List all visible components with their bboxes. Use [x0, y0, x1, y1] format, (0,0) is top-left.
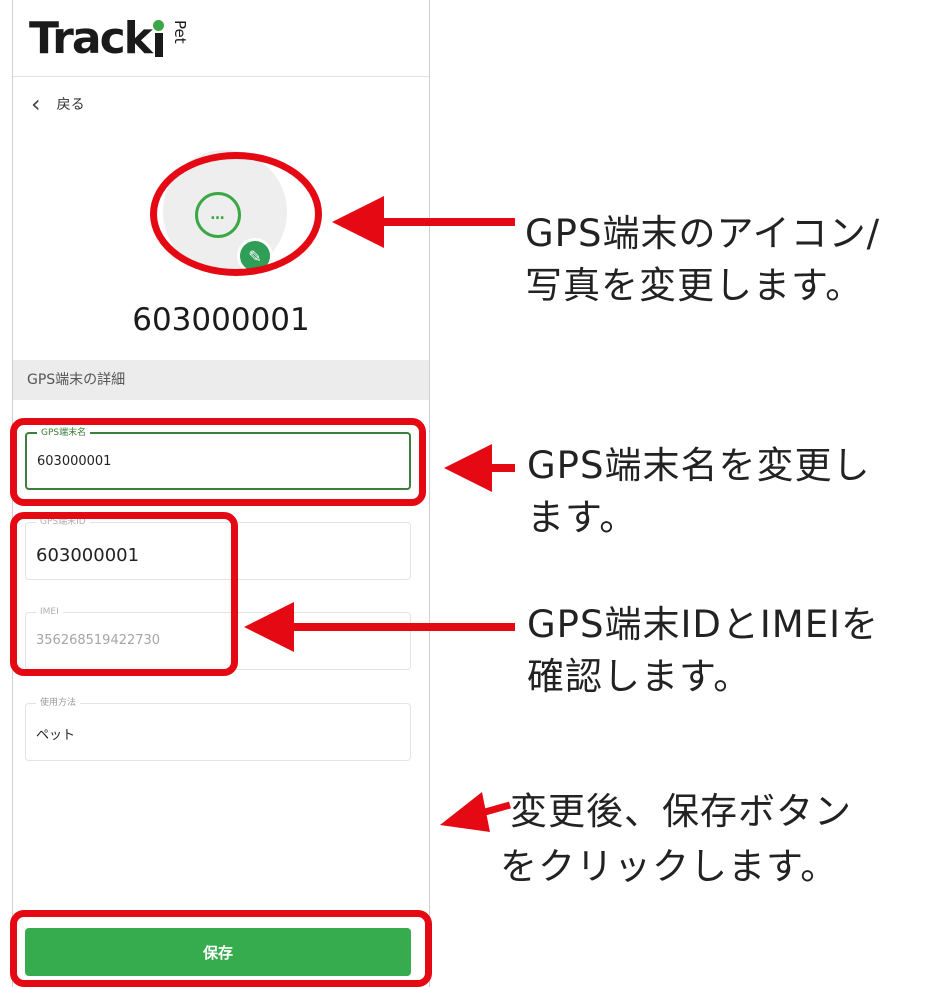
note-icon-line1: GPS端末のアイコン/ — [525, 212, 881, 255]
arrow-head-name — [444, 444, 492, 492]
arrow-head-avatar — [332, 196, 384, 248]
note-name-line1: GPS端末名を変更し — [527, 444, 871, 487]
note-save-line1: 変更後、保存ボタン — [510, 790, 852, 833]
note-name-line2: ます。 — [527, 496, 638, 539]
arrow-head-save — [440, 792, 490, 832]
note-icon-line2: 写真を変更します。 — [525, 264, 864, 307]
note-id-line1: GPS端末IDとIMEIを — [527, 603, 879, 646]
arrow-head-id — [244, 602, 294, 652]
note-id-line2: 確認します。 — [527, 655, 752, 698]
note-save-line2: をクリックします。 — [500, 845, 839, 888]
annotation-arrows — [244, 196, 515, 832]
